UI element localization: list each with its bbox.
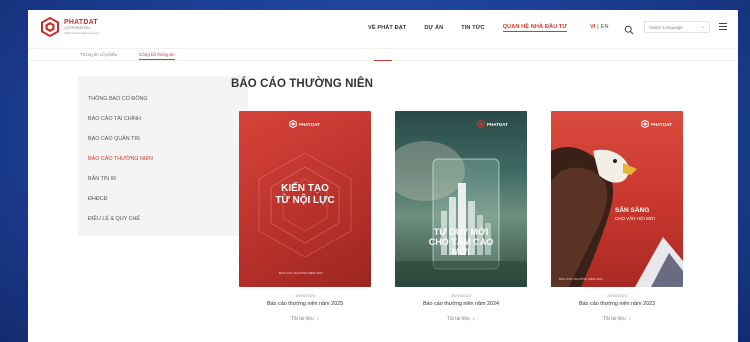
- chevron-down-icon: ⌄: [700, 24, 705, 30]
- active-section-indicator: [374, 60, 392, 61]
- brand-tagline: Think Great Achievements: [64, 30, 100, 35]
- download-label: Tải tài liệu: [290, 316, 314, 322]
- hamburger-menu-icon[interactable]: [719, 23, 727, 30]
- page-title: BÁO CÁO THƯỜNG NIÊN: [231, 78, 373, 90]
- search-icon[interactable]: [624, 22, 634, 35]
- report-date: 22/05/2023: [606, 293, 628, 298]
- lang-separator: |: [597, 24, 599, 30]
- tab-disclosure[interactable]: Công bố thông tin: [139, 50, 175, 60]
- report-date: 15/04/2025: [294, 293, 316, 298]
- report-cover-2025[interactable]: PHATDAT KIẾN TẠO TỪ NỘI LỰC BÁO CÁO THƯỜ…: [239, 111, 371, 287]
- brand-logo[interactable]: PHATDAT CORPORATION Think Great Achievem…: [40, 16, 100, 38]
- report-date: 26/04/2024: [450, 293, 472, 298]
- phatdat-logo-icon: [477, 120, 485, 128]
- browser-window: PHATDAT CORPORATION Think Great Achievem…: [28, 10, 738, 342]
- eagle-illustration-icon: [551, 147, 683, 287]
- language-select-label: Select Language: [649, 24, 683, 30]
- lang-vi[interactable]: VI: [590, 24, 595, 30]
- cover-line: TƯ DUY MỚI: [433, 227, 489, 237]
- phatdat-logo-icon: [40, 16, 60, 38]
- cover-logo: PHATDAT: [477, 120, 508, 128]
- sub-tabs: Thông tin cổ phiếu Công bố thông tin: [28, 48, 738, 61]
- report-card-2025[interactable]: PHATDAT KIẾN TẠO TỪ NỘI LỰC BÁO CÁO THƯỜ…: [239, 111, 371, 322]
- cover-line: CHO VẬN HỘI MỚI: [615, 216, 655, 221]
- nav-item-about[interactable]: VỀ PHÁT ĐẠT: [368, 25, 406, 31]
- phatdat-logo-icon: [641, 120, 649, 128]
- cover-line: KIẾN TẠO: [281, 183, 329, 194]
- nav-item-projects[interactable]: DỰ ÁN: [424, 25, 443, 31]
- nav-item-news[interactable]: TIN TỨC: [461, 25, 484, 31]
- cover-line: SẴN SÀNG: [615, 207, 650, 214]
- download-link[interactable]: Tải tài liệu ↓: [239, 316, 371, 322]
- report-cover-2023[interactable]: PHATDAT SẴN SÀNG CHO VẬN HỘI MỚI BÁO CÁO…: [551, 111, 683, 287]
- report-card-2024[interactable]: PHATDAT TƯ DUY MỚI CHO TẦM CAO MỚI 26/04…: [395, 111, 527, 322]
- download-icon: ↓: [472, 316, 476, 322]
- report-title[interactable]: Báo cáo thường niên năm 2023: [551, 301, 683, 307]
- lang-en[interactable]: EN: [601, 24, 609, 30]
- language-switch: VI | EN: [590, 24, 609, 30]
- cover-line: CHO TẦM CAO: [428, 237, 494, 247]
- sidebar: THÔNG BÁO CỔ ĐÔNG BÁO CÁO TÀI CHÍNH BÁO …: [78, 76, 248, 236]
- phatdat-logo-icon: [289, 120, 297, 128]
- report-title[interactable]: Báo cáo thường niên năm 2024: [395, 301, 527, 307]
- nav-item-investor-relations[interactable]: QUAN HỆ NHÀ ĐẦU TƯ: [502, 24, 568, 32]
- sidebar-item-charter-regulations[interactable]: ĐIỀU LỆ & QUY CHẾ: [88, 214, 248, 234]
- brand-name: PHATDAT: [64, 19, 98, 27]
- tab-stock-info[interactable]: Thông tin cổ phiếu: [80, 50, 117, 59]
- report-cover-2024[interactable]: PHATDAT TƯ DUY MỚI CHO TẦM CAO MỚI: [395, 111, 527, 287]
- download-link[interactable]: Tải tài liệu ↓: [395, 316, 527, 322]
- sidebar-item-financial-reports[interactable]: BÁO CÁO TÀI CHÍNH: [88, 114, 248, 134]
- cover-footer: BÁO CÁO THƯỜNG NIÊN 2024: [279, 271, 323, 275]
- download-icon: ↓: [316, 316, 320, 322]
- cover-line: MỚI: [452, 247, 470, 257]
- top-navigation: PHATDAT CORPORATION Think Great Achievem…: [28, 10, 738, 48]
- city-tablet-illustration-icon: [395, 141, 527, 287]
- download-label: Tải tài liệu: [602, 316, 626, 322]
- sidebar-item-governance-reports[interactable]: BÁO CÁO QUẢN TRỊ: [88, 134, 248, 154]
- download-icon: ↓: [628, 316, 632, 322]
- report-card-2023[interactable]: PHATDAT SẴN SÀNG CHO VẬN HỘI MỚI BÁO CÁO…: [551, 111, 683, 322]
- sidebar-item-ir-newsletter[interactable]: BẢN TIN IR: [88, 174, 248, 194]
- cover-logo: PHATDAT: [289, 120, 320, 128]
- download-label: Tải tài liệu: [446, 316, 470, 322]
- sidebar-item-annual-reports[interactable]: BÁO CÁO THƯỜNG NIÊN: [88, 154, 248, 174]
- cover-line: TỪ NỘI LỰC: [275, 195, 335, 206]
- sidebar-item-agm[interactable]: ĐHĐCĐ: [88, 194, 248, 214]
- sidebar-item-shareholder-notices[interactable]: THÔNG BÁO CỔ ĐÔNG: [88, 94, 248, 114]
- cover-logo: PHATDAT: [641, 120, 672, 128]
- report-title[interactable]: Báo cáo thường niên năm 2025: [239, 301, 371, 307]
- download-link[interactable]: Tải tài liệu ↓: [551, 316, 683, 322]
- cover-footer: BÁO CÁO THƯỜNG NIÊN 2022: [559, 277, 603, 281]
- main-menu: VỀ PHÁT ĐẠT DỰ ÁN TIN TỨC QUAN HỆ NHÀ ĐẦ…: [368, 24, 585, 32]
- language-select[interactable]: Select Language ⌄: [644, 21, 710, 33]
